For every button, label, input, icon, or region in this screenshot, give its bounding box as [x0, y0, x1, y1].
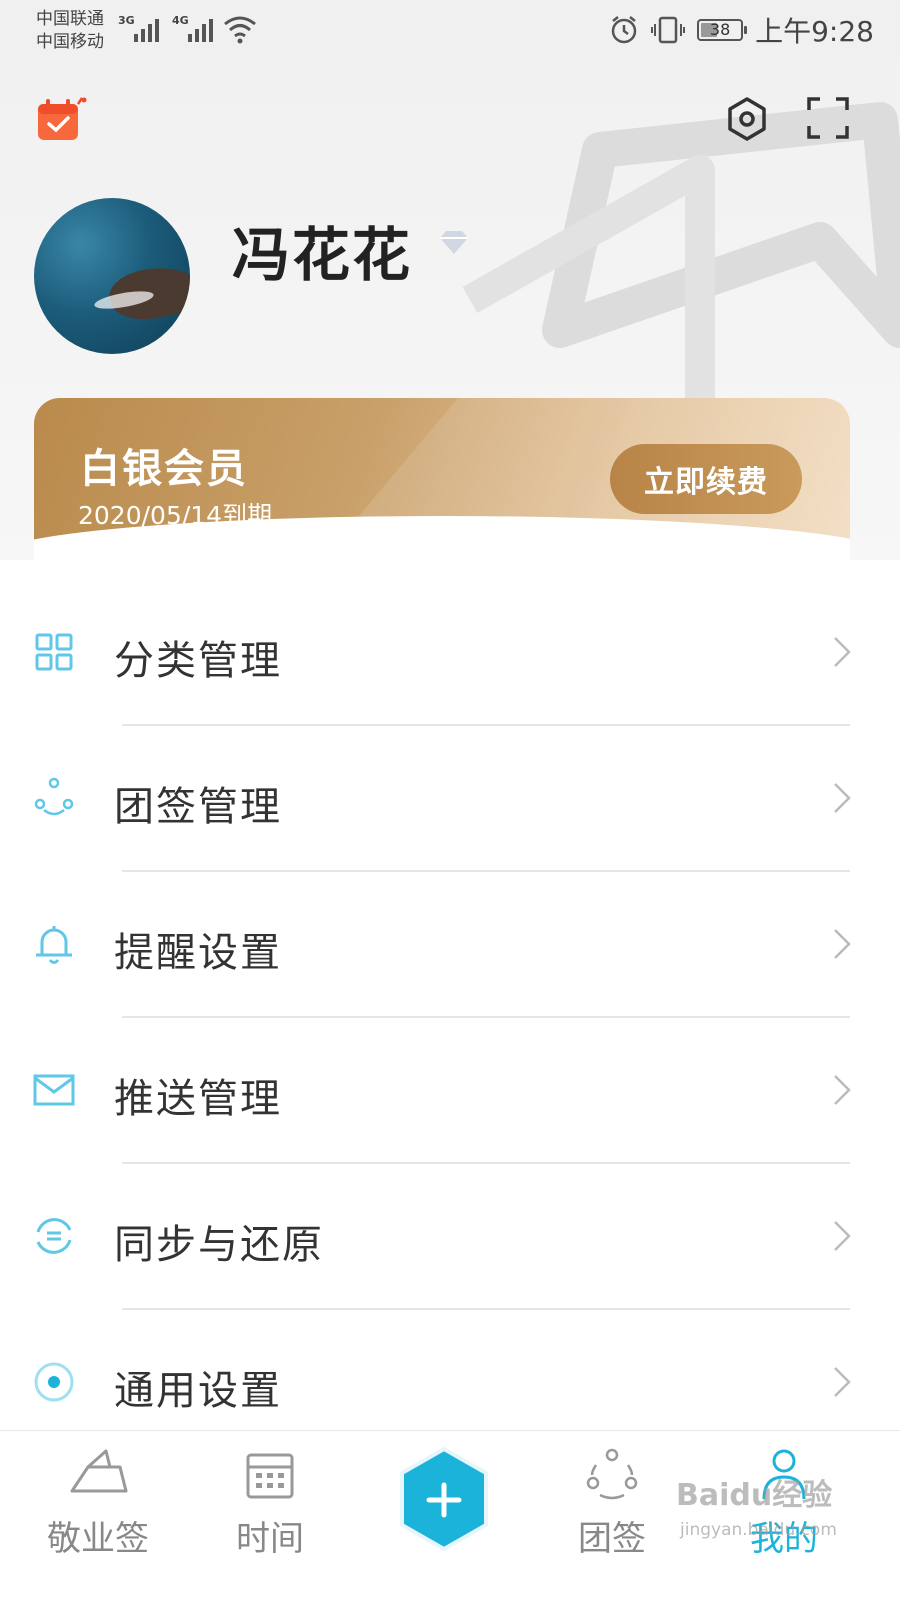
- tab-mine[interactable]: 我的: [714, 1431, 854, 1601]
- chevron-right-icon: [834, 1221, 851, 1251]
- menu-item-label: 推送管理: [114, 1076, 282, 1122]
- battery-level: 38: [709, 20, 731, 39]
- chevron-right-icon: [834, 1075, 851, 1105]
- signal-icon: [134, 19, 159, 42]
- bell-icon: [36, 926, 72, 964]
- carrier-1: 中国联通: [36, 9, 104, 29]
- status-bar: 中国联通 中国移动 3G 4G 38 上午9:28: [0, 0, 900, 62]
- username: 冯花花: [232, 221, 413, 289]
- battery-icon: 38: [697, 19, 748, 41]
- bottom-tab-bar: 敬业签 时间 团签 我的: [0, 1430, 900, 1601]
- membership-expiry: 2020/05/14到期: [78, 501, 273, 530]
- carrier-text: 中国联通 中国移动: [36, 8, 104, 54]
- membership-title: 白银会员: [80, 446, 248, 492]
- clock-time: 上午9:28: [755, 15, 874, 48]
- team-icon: [586, 1448, 638, 1500]
- wifi-icon: [224, 16, 256, 44]
- chevron-right-icon: [834, 783, 851, 813]
- watermark-logo: Baidu经验: [676, 1478, 833, 1513]
- menu-item-label: 团签管理: [114, 784, 282, 830]
- avatar[interactable]: [34, 198, 190, 354]
- status-right: 38 上午9:28: [609, 12, 874, 48]
- tab-label: 团签: [578, 1519, 646, 1559]
- plus-icon[interactable]: [396, 1445, 492, 1555]
- scan-frame-icon[interactable]: [806, 96, 850, 140]
- tab-label: 敬业签: [47, 1519, 149, 1559]
- tab-time[interactable]: 时间: [200, 1431, 340, 1601]
- menu-item-push[interactable]: 推送管理: [0, 1018, 900, 1164]
- vibrate-icon: [651, 16, 686, 44]
- tab-notes[interactable]: 敬业签: [28, 1431, 168, 1601]
- grid-icon: [35, 633, 73, 671]
- alarm-icon: [611, 16, 637, 44]
- menu-item-label: 分类管理: [114, 638, 282, 684]
- calendar-icon: [246, 1453, 294, 1499]
- carrier-2: 中国移动: [36, 32, 104, 52]
- watermark-url: jingyan.baidu.com: [680, 1520, 837, 1540]
- group-circle-icon: [34, 777, 74, 816]
- settings-dot-icon: [34, 1362, 74, 1402]
- tab-label: 时间: [236, 1519, 304, 1559]
- menu-item-sync[interactable]: 同步与还原: [0, 1164, 900, 1310]
- sync-icon: [36, 1218, 72, 1254]
- chevron-right-icon: [834, 929, 851, 959]
- signal-icon: [188, 19, 213, 42]
- renew-button[interactable]: 立即续费: [610, 444, 802, 514]
- menu-item-label: 通用设置: [114, 1368, 282, 1414]
- diamond-icon: [440, 231, 468, 254]
- menu-item-label: 提醒设置: [114, 930, 282, 976]
- menu-list: 分类管理 团签管理 提醒设置 推送管理 同步与还原 通用设置: [0, 580, 900, 1456]
- menu-item-reminder[interactable]: 提醒设置: [0, 872, 900, 1018]
- calendar-check-icon[interactable]: [36, 94, 92, 144]
- chevron-right-icon: [834, 1367, 851, 1397]
- chevron-right-icon: [834, 637, 851, 667]
- menu-item-team[interactable]: 团签管理: [0, 726, 900, 872]
- membership-card[interactable]: 白银会员 2020/05/14到期 立即续费: [34, 398, 850, 564]
- hexagon-gear-icon[interactable]: [724, 96, 770, 142]
- menu-item-label: 同步与还原: [114, 1222, 324, 1268]
- tab-team[interactable]: 团签: [542, 1431, 682, 1601]
- menu-item-category[interactable]: 分类管理: [0, 580, 900, 726]
- mail-icon: [33, 1074, 75, 1106]
- note-icon: [70, 1449, 128, 1493]
